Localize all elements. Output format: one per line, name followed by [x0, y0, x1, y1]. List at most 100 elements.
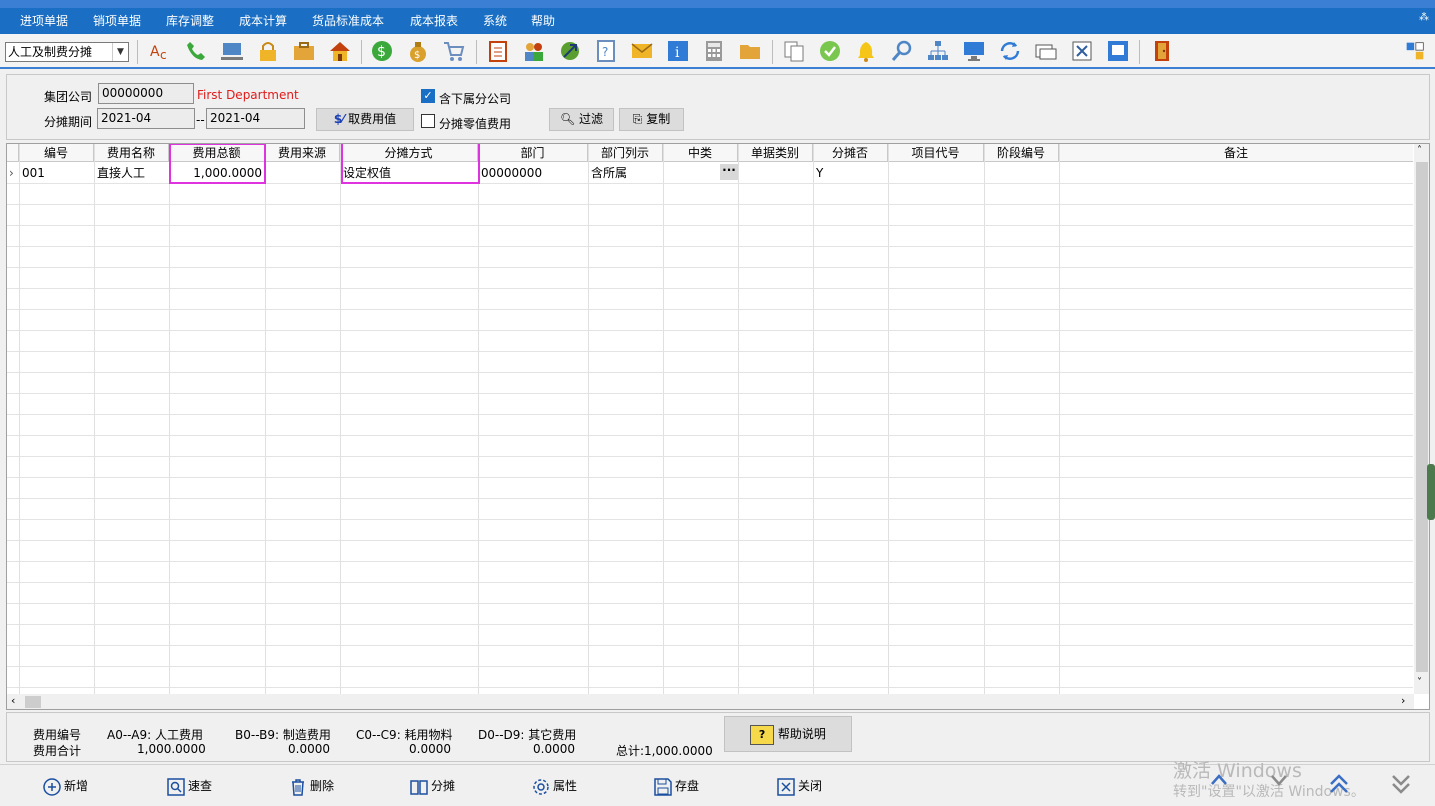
- ellipsis-button[interactable]: ···: [720, 164, 738, 180]
- spell-check-icon[interactable]: Ac: [148, 39, 172, 63]
- calculator-icon[interactable]: [702, 39, 726, 63]
- col-code[interactable]: 编号: [19, 144, 94, 162]
- cell-dept-list[interactable]: 含所属: [588, 163, 663, 183]
- scroll-down-icon[interactable]: ˅: [1417, 677, 1422, 688]
- col-dept-list[interactable]: 部门列示: [588, 144, 663, 162]
- restore-icon[interactable]: [1106, 39, 1130, 63]
- cart-icon[interactable]: [442, 39, 466, 63]
- link-icon[interactable]: [558, 39, 582, 63]
- mail-icon[interactable]: [630, 39, 654, 63]
- copy-button[interactable]: ⎘ 复制: [619, 108, 684, 131]
- cell-source[interactable]: [265, 163, 340, 183]
- scroll-left-icon[interactable]: ‹: [11, 694, 15, 707]
- bell-icon[interactable]: [854, 39, 878, 63]
- toolbar-separator: [772, 40, 773, 64]
- scroll-up-icon[interactable]: ˄: [1417, 145, 1422, 156]
- col-allocate[interactable]: 分摊否: [813, 144, 888, 162]
- cell-project[interactable]: [888, 163, 984, 183]
- menu-help[interactable]: 帮助: [531, 8, 555, 34]
- briefcase-icon[interactable]: [292, 39, 316, 63]
- help-button[interactable]: ? 帮助说明: [724, 716, 852, 752]
- close-button[interactable]: 关闭: [777, 775, 822, 797]
- period-from-field[interactable]: 2021-04: [97, 108, 195, 129]
- menu-cost-report[interactable]: 成本报表: [410, 8, 458, 34]
- cell-note[interactable]: [1059, 163, 1413, 183]
- menu-system[interactable]: 系统: [483, 8, 507, 34]
- delete-button-label: 删除: [310, 779, 335, 793]
- col-note[interactable]: 备注: [1059, 144, 1413, 162]
- users-icon[interactable]: [522, 39, 546, 63]
- chevron-down-icon[interactable]: ▼: [112, 43, 128, 61]
- col-doc-type[interactable]: 单据类别: [738, 144, 813, 162]
- org-chart-icon[interactable]: [926, 39, 950, 63]
- allocate-button[interactable]: 分摊: [410, 775, 455, 797]
- cell-doc-type[interactable]: [738, 163, 813, 183]
- menu-standard-cost[interactable]: 货品标准成本: [312, 8, 384, 34]
- col-name[interactable]: 费用名称: [94, 144, 169, 162]
- monitor-icon[interactable]: [220, 39, 244, 63]
- scroll-thumb[interactable]: [1416, 162, 1428, 672]
- fetch-fee-button[interactable]: $⁄ 取费用值: [316, 108, 414, 131]
- menu-inventory-adjust[interactable]: 库存调整: [166, 8, 214, 34]
- include-subsidiaries-checkbox[interactable]: ✓: [421, 89, 435, 103]
- close-icon: [777, 777, 795, 796]
- search-icon[interactable]: [890, 39, 914, 63]
- vertical-scrollbar[interactable]: ˄ ˅: [1414, 144, 1429, 694]
- period-to-field[interactable]: 2021-04: [206, 108, 305, 129]
- window-icon[interactable]: [1034, 39, 1058, 63]
- copy-doc-icon[interactable]: [782, 39, 806, 63]
- double-chevron-down-icon[interactable]: [1390, 773, 1412, 795]
- phone-icon[interactable]: [184, 39, 208, 63]
- horizontal-scrollbar[interactable]: ‹ ›: [7, 694, 1414, 709]
- menu-purchase-docs[interactable]: 进项单据: [20, 8, 68, 34]
- col-dept[interactable]: 部门: [478, 144, 588, 162]
- menu-cost-calc[interactable]: 成本计算: [239, 8, 287, 34]
- filter-button[interactable]: 🔍︎ 过滤: [549, 108, 614, 131]
- money-bag-icon[interactable]: $: [406, 39, 430, 63]
- group-company-field[interactable]: 00000000: [98, 83, 194, 104]
- delete-button[interactable]: 删除: [289, 775, 334, 797]
- cell-allocate[interactable]: Y: [813, 163, 888, 183]
- add-button[interactable]: 新增: [43, 775, 88, 797]
- pin-icon[interactable]: ⁂: [1419, 12, 1429, 26]
- save-button[interactable]: 存盘: [654, 775, 699, 797]
- cell-dept[interactable]: 00000000: [478, 163, 588, 183]
- quick-search-button[interactable]: 速查: [167, 775, 212, 797]
- lock-icon[interactable]: [256, 39, 280, 63]
- svg-text:?: ?: [602, 45, 608, 59]
- cell-name[interactable]: 直接人工: [94, 163, 169, 183]
- check-icon[interactable]: [818, 39, 842, 63]
- double-chevron-up-icon[interactable]: [1328, 773, 1350, 795]
- exit-door-icon[interactable]: [1150, 39, 1174, 63]
- grid-line: [813, 144, 814, 694]
- highlight-total: [169, 144, 266, 184]
- desktop-icon[interactable]: [962, 39, 986, 63]
- col-project[interactable]: 项目代号: [888, 144, 984, 162]
- scroll-thumb[interactable]: [25, 696, 41, 708]
- scroll-right-icon[interactable]: ›: [1401, 694, 1405, 707]
- col-source[interactable]: 费用来源: [265, 144, 340, 162]
- help-doc-icon[interactable]: ?: [594, 39, 618, 63]
- module-select[interactable]: 人工及制费分摊 ▼: [5, 42, 129, 62]
- small-fee-checkbox[interactable]: [421, 114, 435, 128]
- side-scroll-handle[interactable]: [1427, 464, 1435, 520]
- group-d-range: D0--D9: 其它费用: [478, 728, 577, 742]
- info-icon[interactable]: i: [666, 39, 690, 63]
- home-icon[interactable]: [328, 39, 352, 63]
- refresh-icon[interactable]: [998, 39, 1022, 63]
- chevron-up-icon[interactable]: [1210, 773, 1228, 787]
- clipboard-icon[interactable]: [486, 39, 510, 63]
- layout-icon[interactable]: [1405, 41, 1425, 61]
- close-box-icon[interactable]: [1070, 39, 1094, 63]
- folder-icon[interactable]: [738, 39, 762, 63]
- menu-sales-docs[interactable]: 销项单据: [93, 8, 141, 34]
- period-separator: --: [196, 113, 205, 127]
- col-mid-class[interactable]: 中类: [663, 144, 738, 162]
- properties-button[interactable]: 属性: [532, 775, 577, 797]
- cell-stage[interactable]: [984, 163, 1059, 183]
- cell-code[interactable]: 001: [19, 163, 94, 183]
- dollar-icon[interactable]: $: [370, 39, 394, 63]
- row-line: [7, 687, 1413, 688]
- col-stage[interactable]: 阶段编号: [984, 144, 1059, 162]
- chevron-down-icon[interactable]: [1270, 773, 1288, 787]
